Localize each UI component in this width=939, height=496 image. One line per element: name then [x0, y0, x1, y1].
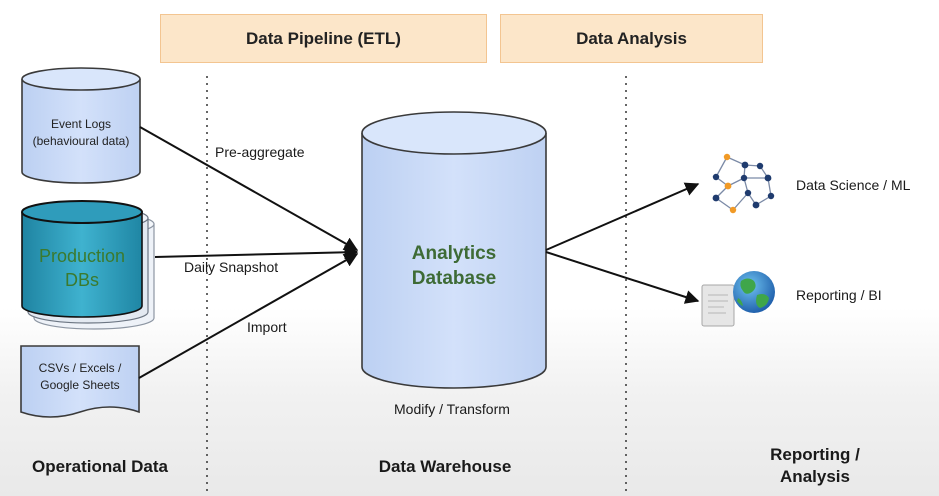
- event-logs-label: Event Logs (behavioural data): [32, 117, 130, 148]
- footer-reporting-analysis: Reporting / Analysis: [770, 445, 860, 486]
- edge-label-import: Import: [247, 319, 287, 335]
- globe-report-icon: [701, 271, 775, 327]
- data-science-label: Data Science / ML: [796, 177, 911, 193]
- edge-label-pre-aggregate: Pre-aggregate: [215, 144, 305, 160]
- edge-label-daily-snapshot: Daily Snapshot: [184, 259, 279, 275]
- etl-diagram: Data Pipeline (ETL) Data Analysis Event …: [0, 0, 939, 496]
- footer-operational-data: Operational Data: [31, 457, 169, 476]
- modify-transform-label: Modify / Transform: [394, 401, 510, 417]
- arrow-daily-snapshot: [154, 245, 359, 260]
- arrow-to-data-science: [545, 182, 700, 251]
- reporting-bi-label: Reporting / BI: [796, 287, 882, 303]
- footer-data-warehouse: Data Warehouse: [378, 457, 512, 476]
- network-graph-icon: [712, 153, 775, 214]
- production-dbs-label: Production DBs: [38, 246, 126, 290]
- analytics-database-label: Analytics Database: [411, 243, 497, 289]
- spreadsheets-label: CSVs / Excels / Google Sheets: [38, 361, 122, 392]
- arrow-to-reporting: [545, 251, 700, 304]
